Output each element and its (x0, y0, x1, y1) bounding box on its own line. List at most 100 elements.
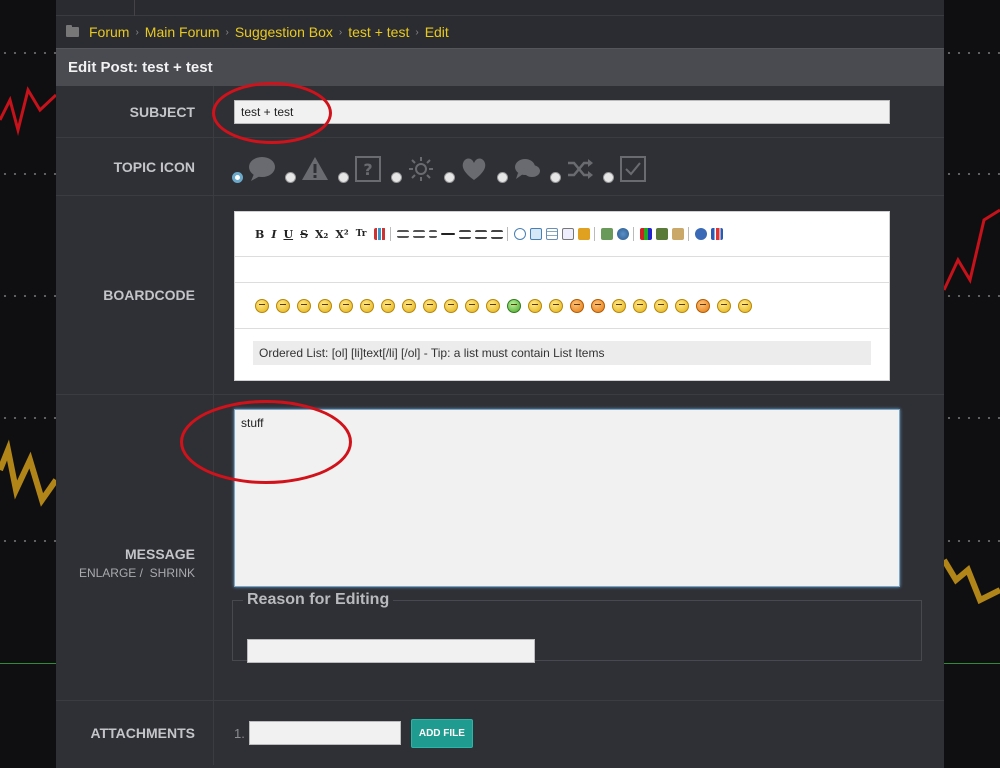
boardcode-secondary-bar (235, 257, 889, 283)
italic-button[interactable]: I (271, 228, 276, 241)
heart-icon[interactable] (459, 155, 489, 183)
attachments-row: ATTACHMENTS 1. ADD FILE (56, 701, 944, 765)
add-file-button[interactable]: ADD FILE (410, 718, 473, 748)
topic-icon-row: TOPIC ICON ? (56, 138, 944, 196)
topic-icon-radio-3[interactable] (338, 172, 349, 183)
topic-icon-radio-5[interactable] (444, 172, 455, 183)
ordered-list-icon[interactable] (412, 230, 425, 238)
image-icon[interactable] (561, 228, 574, 240)
blush-smiley-icon[interactable] (549, 298, 563, 313)
speech-bubble-icon[interactable] (247, 155, 277, 183)
underline-button[interactable]: U (283, 228, 293, 241)
superscript-button[interactable]: X² (335, 228, 348, 241)
attachments-label: ATTACHMENTS (56, 701, 214, 765)
shocked-smiley-icon[interactable] (570, 298, 584, 313)
message-textarea[interactable]: stuff (234, 409, 900, 587)
angry-smiley-icon[interactable] (528, 298, 542, 313)
right-background (944, 0, 1000, 768)
quote-icon[interactable] (513, 228, 526, 240)
grin-smiley-icon[interactable] (318, 298, 332, 313)
align-center-icon[interactable] (474, 229, 487, 239)
breadcrumb-main-forum[interactable]: Main Forum (145, 24, 220, 40)
align-right-icon[interactable] (490, 229, 503, 239)
subject-label: SUBJECT (56, 86, 214, 137)
sleepy-smiley-icon[interactable] (675, 298, 689, 313)
surprised-smiley-icon[interactable] (423, 298, 437, 313)
enlarge-link[interactable]: ENLARGE (79, 566, 136, 580)
big-grin-smiley-icon[interactable] (486, 298, 500, 313)
smile-smiley-icon[interactable] (297, 298, 311, 313)
boardcode-toolbar: B I U S X₂ X² Tr (235, 212, 889, 257)
subject-input[interactable]: test + test (234, 100, 890, 124)
breadcrumb-edit[interactable]: Edit (425, 24, 449, 40)
rolleyes-smiley-icon[interactable] (654, 298, 668, 313)
topic-icon-label-text: TOPIC ICON (113, 158, 195, 175)
neutral-smiley-icon[interactable] (612, 298, 626, 313)
media-icon[interactable] (600, 228, 613, 240)
list-item-icon[interactable] (428, 230, 437, 238)
topic-icon-radio-4[interactable] (391, 172, 402, 183)
topic-icon-radio-1[interactable] (232, 172, 243, 183)
toolbar-divider (593, 227, 595, 241)
chat-icon[interactable] (512, 155, 542, 183)
subscript-button[interactable]: X₂ (315, 228, 328, 241)
chevron-right-icon: › (415, 26, 419, 38)
evil-smiley-icon[interactable] (696, 298, 710, 313)
page-title: Edit Post: test + test (56, 48, 944, 86)
globe-icon[interactable] (616, 228, 629, 240)
chevron-right-icon: › (225, 26, 229, 38)
topic-icon-radio-2[interactable] (285, 172, 296, 183)
breadcrumb-suggestion-box[interactable]: Suggestion Box (235, 24, 333, 40)
attachment-file-input[interactable] (248, 721, 401, 745)
horizontal-rule-icon[interactable] (440, 233, 455, 235)
unordered-list-icon[interactable] (396, 230, 409, 238)
sad-smiley-icon[interactable] (276, 298, 290, 313)
shrink-link[interactable]: SHRINK (150, 566, 195, 580)
laugh-smiley-icon[interactable] (381, 298, 395, 313)
sun-icon[interactable] (406, 155, 436, 183)
topic-icon-radio-6[interactable] (497, 172, 508, 183)
strike-button[interactable]: S (300, 228, 308, 241)
crazy-smiley-icon[interactable] (633, 298, 647, 313)
kiss-smiley-icon[interactable] (717, 298, 731, 313)
align-left-icon[interactable] (458, 229, 471, 239)
topic-icon-radio-7[interactable] (550, 172, 561, 183)
toolbar-divider (506, 227, 508, 241)
bold-button[interactable]: B (255, 228, 264, 241)
message-row: MESSAGE ENLARGE / SHRINK stuff Reason fo… (56, 395, 944, 701)
boardcode-hint: Ordered List: [ol] [li]text[/li] [/ol] -… (253, 341, 871, 365)
chevron-right-icon: › (338, 26, 343, 38)
mad-smiley-icon[interactable] (591, 298, 605, 313)
happy-smiley-icon[interactable] (402, 298, 416, 313)
boardcode-row: BOARDCODE B I U S X₂ X² Tr Ordered List:… (56, 196, 944, 395)
text-size-button[interactable]: Tr (356, 229, 367, 239)
breadcrumb-forum[interactable]: Forum (89, 24, 129, 40)
reason-for-editing-fieldset: Reason for Editing (232, 591, 922, 663)
film-icon[interactable] (655, 228, 668, 240)
dead-smiley-icon[interactable] (738, 298, 752, 313)
spoiler-icon[interactable] (671, 228, 684, 240)
dizzy-smiley-icon[interactable] (465, 298, 479, 313)
cool-smiley-icon[interactable] (255, 298, 269, 313)
chart-icon[interactable] (710, 228, 723, 240)
attachment-number: 1. (234, 725, 245, 741)
warning-icon[interactable] (300, 155, 330, 183)
table-icon[interactable] (545, 228, 558, 240)
wink-smiley-icon[interactable] (339, 298, 353, 313)
color-grid-icon[interactable] (373, 228, 386, 240)
link-icon[interactable] (577, 228, 590, 240)
question-icon[interactable]: ? (353, 155, 383, 183)
breadcrumb-topic[interactable]: test + test (348, 24, 409, 40)
help-icon[interactable] (694, 228, 707, 240)
tongue-smiley-icon[interactable] (360, 298, 374, 313)
code-icon[interactable] (529, 228, 542, 240)
sick-smiley-icon[interactable] (507, 298, 521, 313)
reason-input[interactable] (247, 639, 535, 663)
confused-smiley-icon[interactable] (444, 298, 458, 313)
topic-icon-options: ? (214, 138, 944, 196)
ebay-icon[interactable] (639, 228, 652, 240)
shuffle-icon[interactable] (565, 155, 595, 183)
checkbox-icon[interactable] (618, 155, 648, 183)
topic-icon-radio-8[interactable] (603, 172, 614, 183)
subject-label-text: SUBJECT (129, 103, 195, 120)
